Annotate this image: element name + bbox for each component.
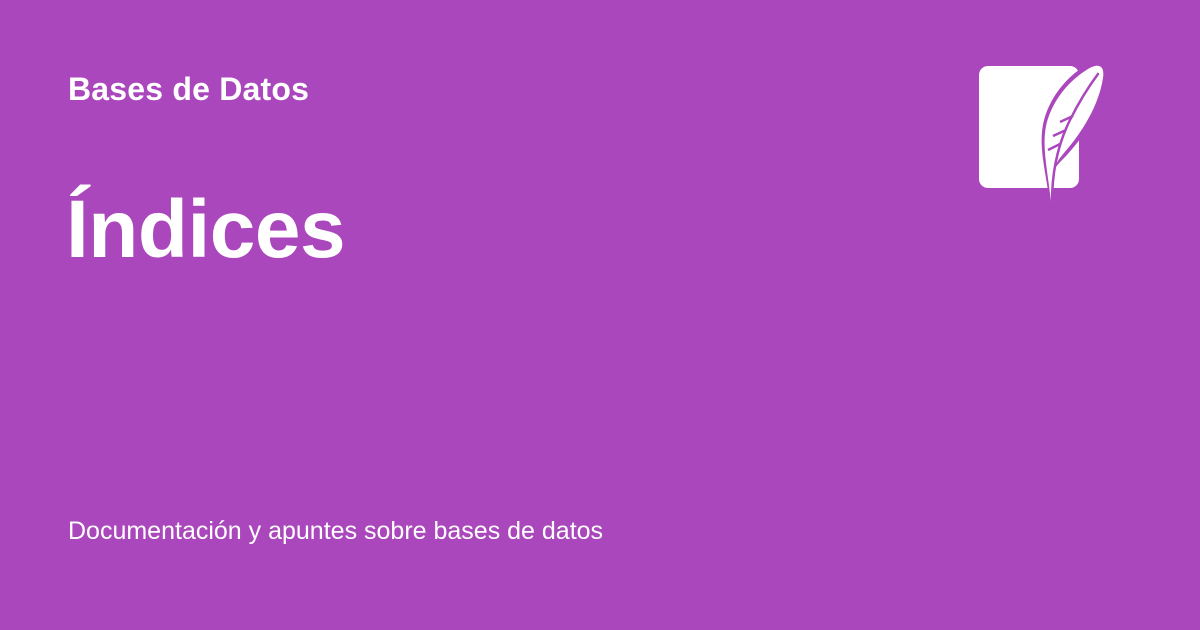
page-title: Índices [66, 184, 346, 275]
site-name: Bases de Datos [68, 71, 310, 107]
social-card: Bases de Datos Índices Documentación y a… [0, 0, 1200, 630]
database-feather-logo-icon [979, 60, 1109, 205]
site-description: Documentación y apuntes sobre bases de d… [68, 517, 604, 545]
